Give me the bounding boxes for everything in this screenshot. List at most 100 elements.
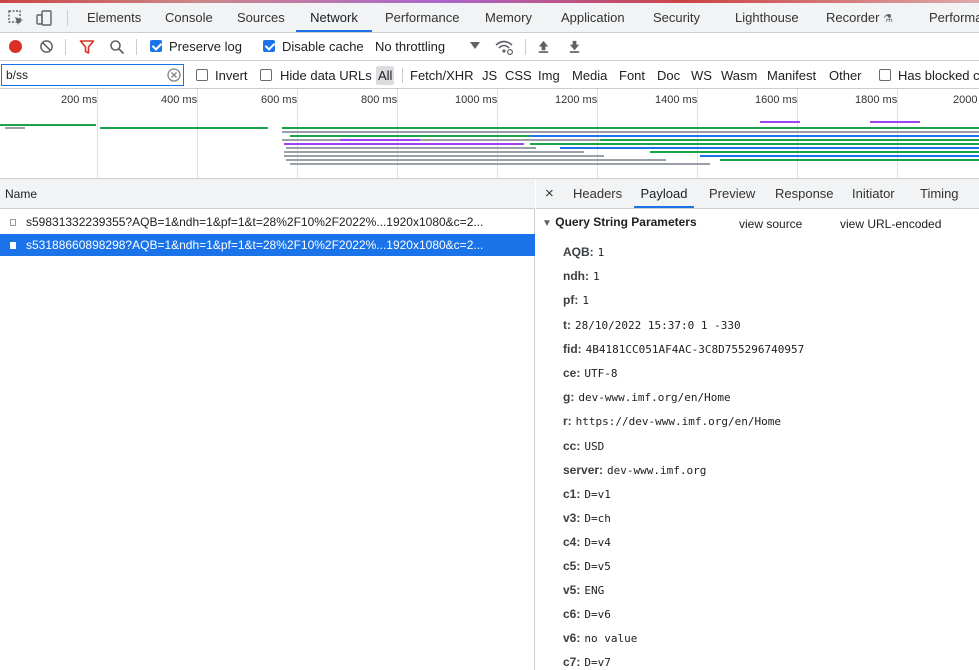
tab-performance[interactable]: Performance — [385, 3, 459, 32]
tab-elements[interactable]: Elements — [87, 3, 141, 32]
name-column-header[interactable]: Name — [0, 179, 535, 209]
param-value: dev-www.imf.org/en/Home — [578, 391, 731, 404]
toolbar-divider — [65, 39, 66, 55]
filter-type-other[interactable]: Other — [827, 66, 864, 85]
hide-data-urls-label: Hide data URLs — [280, 68, 372, 83]
param-row: ndh: 1 — [563, 266, 600, 286]
tab-divider — [67, 10, 68, 26]
search-icon[interactable] — [109, 39, 125, 55]
filter-type-manifest[interactable]: Manifest — [765, 66, 818, 85]
param-value: D=ch — [584, 512, 611, 525]
tab-security[interactable]: Security — [653, 3, 700, 32]
filter-input[interactable] — [1, 64, 184, 86]
request-name: s53188660898298?AQB=1&ndh=1&pf=1&t=28%2F… — [26, 238, 484, 252]
tab-payload[interactable]: Payload — [634, 179, 694, 208]
tab-recorder[interactable]: Recorder ⚗ — [826, 3, 893, 32]
param-value: 28/10/2022 15:37:0 1 -330 — [575, 319, 741, 332]
param-row: g: dev-www.imf.org/en/Home — [563, 387, 731, 407]
param-key: v5: — [563, 583, 581, 597]
param-value: D=v7 — [584, 656, 611, 669]
filter-type-css[interactable]: CSS — [503, 66, 534, 85]
param-row: cc: USD — [563, 436, 604, 456]
param-row: pf: 1 — [563, 290, 589, 310]
tab-lighthouse[interactable]: Lighthouse — [735, 3, 799, 32]
param-key: ndh: — [563, 269, 589, 283]
tab-initiator[interactable]: Initiator — [852, 179, 895, 208]
param-key: c6: — [563, 607, 581, 621]
device-toolbar-icon[interactable] — [35, 9, 53, 27]
param-key: v3: — [563, 511, 581, 525]
toolbar-divider — [136, 39, 137, 55]
disable-cache-label: Disable cache — [282, 39, 364, 54]
param-key: c4: — [563, 535, 581, 549]
filter-type-js[interactable]: JS — [480, 66, 499, 85]
has-blocked-cookies-checkbox[interactable] — [879, 69, 891, 81]
has-blocked-cookies-label: Has blocked c — [898, 68, 979, 83]
param-value: 1 — [597, 246, 605, 259]
filter-type-media[interactable]: Media — [570, 66, 609, 85]
request-list: Name s59831332239355?AQB=1&ndh=1&pf=1&t=… — [0, 179, 535, 670]
view-source-link[interactable]: view source — [739, 217, 802, 231]
param-value: dev-www.imf.org — [607, 464, 707, 477]
disable-cache-checkbox[interactable] — [263, 40, 275, 52]
request-detail-pane: × Headers Payload Preview Response Initi… — [536, 179, 979, 670]
tab-console[interactable]: Console — [165, 3, 213, 32]
tab-timing[interactable]: Timing — [920, 179, 959, 208]
param-value: no value — [584, 632, 638, 645]
param-value: 4B4181CC051AF4AC-3C8D755296740957 — [585, 343, 805, 356]
chevron-down-icon[interactable] — [470, 42, 480, 49]
request-name: s59831332239355?AQB=1&ndh=1&pf=1&t=28%2F… — [26, 215, 484, 229]
preserve-log-checkbox[interactable] — [150, 40, 162, 52]
timeline-overview[interactable]: 200 ms 400 ms 600 ms 800 ms 1000 ms 1200… — [0, 89, 979, 179]
clear-icon[interactable] — [39, 39, 54, 54]
record-icon[interactable] — [9, 40, 22, 53]
hide-data-urls-checkbox[interactable] — [260, 69, 272, 81]
filter-divider — [402, 68, 403, 83]
param-row: server: dev-www.imf.org — [563, 460, 706, 480]
network-toolbar: Preserve log Disable cache No throttling — [0, 33, 979, 61]
tab-headers[interactable]: Headers — [573, 179, 622, 208]
filter-type-font[interactable]: Font — [617, 66, 647, 85]
query-string-section-header[interactable]: ▼ Query String Parameters — [542, 215, 697, 229]
param-row: v6: no value — [563, 628, 637, 648]
param-key: server: — [563, 463, 604, 477]
tab-sources[interactable]: Sources — [237, 3, 285, 32]
param-row: r: https://dev-www.imf.org/en/Home — [563, 411, 781, 431]
invert-label: Invert — [215, 68, 248, 83]
close-icon[interactable]: × — [545, 179, 554, 208]
invert-checkbox[interactable] — [196, 69, 208, 81]
filter-type-wasm[interactable]: Wasm — [719, 66, 759, 85]
filter-icon[interactable] — [79, 39, 95, 55]
tab-performance-insights[interactable]: Performa — [929, 3, 979, 32]
param-value: D=v4 — [584, 536, 611, 549]
param-key: ce: — [563, 366, 581, 380]
view-url-encoded-link[interactable]: view URL-encoded — [840, 217, 941, 231]
import-har-icon[interactable] — [536, 39, 551, 54]
param-value: 1 — [593, 270, 600, 283]
network-conditions-icon[interactable] — [494, 39, 514, 55]
request-row-selected[interactable]: s53188660898298?AQB=1&ndh=1&pf=1&t=28%2F… — [0, 234, 535, 256]
filter-type-fetch-xhr[interactable]: Fetch/XHR — [408, 66, 476, 85]
preserve-log-label: Preserve log — [169, 39, 242, 54]
timeline-waterfall-bars — [0, 121, 979, 165]
devtools-tab-bar: Elements Console Sources Network Perform… — [0, 3, 979, 33]
filter-type-all[interactable]: All — [376, 66, 395, 85]
tab-preview[interactable]: Preview — [709, 179, 755, 208]
param-key: g: — [563, 390, 575, 404]
filter-type-doc[interactable]: Doc — [655, 66, 682, 85]
inspect-element-icon[interactable] — [7, 9, 25, 27]
clear-filter-icon[interactable] — [167, 68, 181, 82]
request-row[interactable]: s59831332239355?AQB=1&ndh=1&pf=1&t=28%2F… — [0, 211, 535, 233]
filter-type-img[interactable]: Img — [536, 66, 562, 85]
throttling-select[interactable]: No throttling — [375, 39, 445, 54]
tab-memory[interactable]: Memory — [485, 3, 532, 32]
param-row: v5: ENG — [563, 580, 604, 600]
tab-application[interactable]: Application — [561, 3, 625, 32]
filter-type-ws[interactable]: WS — [689, 66, 714, 85]
filter-bar: Invert Hide data URLs All Fetch/XHR JS C… — [0, 62, 979, 89]
tab-network[interactable]: Network — [296, 3, 372, 32]
param-value: ENG — [584, 584, 605, 597]
export-har-icon[interactable] — [567, 39, 582, 54]
tab-response[interactable]: Response — [775, 179, 834, 208]
param-key: c1: — [563, 487, 581, 501]
